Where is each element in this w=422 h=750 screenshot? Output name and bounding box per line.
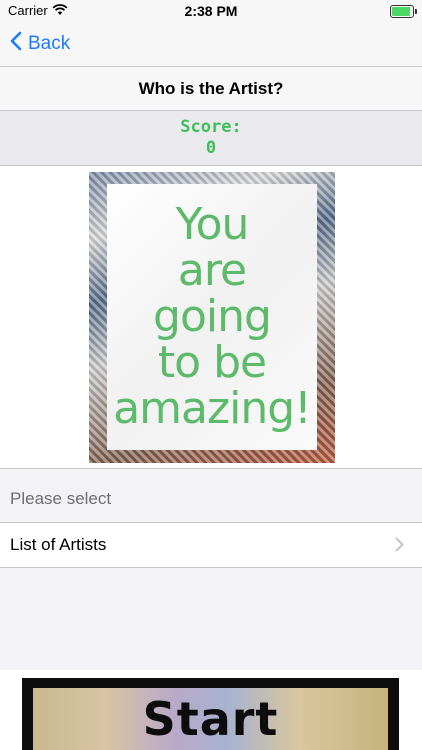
list-item-artists[interactable]: List of Artists (0, 523, 422, 568)
battery-icon (390, 5, 417, 18)
status-bar: Carrier 2:38 PM (0, 0, 422, 22)
artwork-text-line: to be (157, 337, 267, 388)
navigation-bar: Back (0, 22, 422, 67)
artwork-text-card: You are going to be amazing! (107, 184, 317, 450)
score-value: 0 (205, 138, 217, 158)
artwork-text-line: are (177, 245, 247, 296)
image-area: You are going to be amazing! (0, 166, 422, 469)
back-button[interactable]: Back (10, 31, 70, 57)
start-area: Start (0, 670, 422, 750)
artwork-text-line: going (153, 291, 272, 342)
section-header-label: Please select (10, 489, 112, 508)
start-button[interactable]: Start (22, 678, 399, 750)
score-label: Score: (180, 117, 242, 137)
status-time: 2:38 PM (184, 3, 238, 19)
back-label: Back (28, 33, 71, 54)
chevron-right-icon (395, 537, 404, 557)
artwork-text-line: amazing! (113, 383, 312, 434)
artwork-image: You are going to be amazing! (89, 172, 335, 463)
artwork-text-line: You (175, 199, 250, 250)
start-button-label: Start (33, 688, 388, 750)
score-panel: Score: 0 (0, 111, 422, 166)
page-title: Who is the Artist? (0, 67, 422, 111)
section-header: Please select (0, 469, 422, 523)
chevron-left-icon (10, 31, 22, 57)
list-item-label: List of Artists (10, 535, 107, 554)
